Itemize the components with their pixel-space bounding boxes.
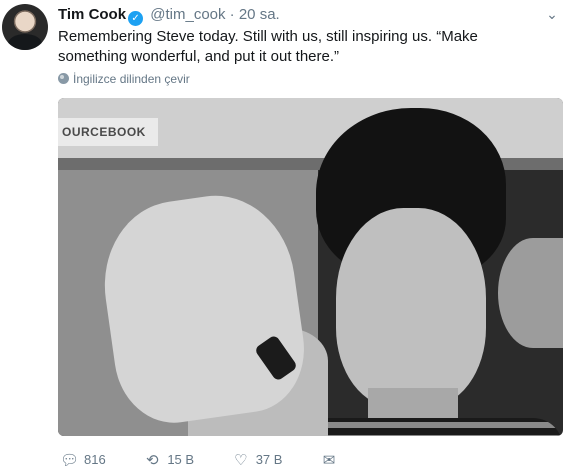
header-separator: ·: [229, 6, 235, 23]
heart-icon: ♡: [233, 452, 248, 469]
retweet-count: 15 B: [167, 452, 195, 467]
author-handle[interactable]: @tim_cook: [150, 6, 225, 23]
author-name[interactable]: Tim Cook: [58, 6, 126, 23]
direct-message-button[interactable]: ✉: [320, 451, 344, 469]
reply-icon: 💬︎: [60, 452, 80, 469]
retweet-button[interactable]: ⟲ 15 B: [143, 451, 194, 469]
tweet-timestamp[interactable]: 20 sa.: [239, 6, 280, 23]
tweet-header: Tim Cook ✓ @tim_cook · 20 sa.: [58, 6, 280, 26]
like-count: 37 B: [255, 452, 283, 467]
verified-badge-icon: ✓: [128, 11, 144, 26]
translate-link[interactable]: İngilizce dilinden çevir: [58, 72, 190, 86]
chevron-down-icon[interactable]: ⌄: [544, 6, 560, 22]
tweet-text: Remembering Steve today. Still with us, …: [58, 28, 478, 65]
reply-button[interactable]: 💬︎ 816: [60, 451, 106, 469]
book-label-text: OURCEBOOK: [62, 125, 146, 139]
reply-count: 816: [84, 452, 106, 467]
translate-label: İngilizce dilinden çevir: [73, 72, 190, 86]
like-button[interactable]: ♡ 37 B: [232, 451, 283, 469]
tweet-photo[interactable]: OURCEBOOK: [58, 98, 563, 436]
globe-icon: [58, 73, 69, 84]
face: [336, 208, 486, 408]
retweet-icon: ⟲: [146, 452, 159, 469]
envelope-icon: ✉: [322, 452, 336, 469]
tweet-actions: 💬︎ 816 ⟲ 15 B ♡ 37 B ✉: [60, 451, 378, 469]
record-sleeve: [498, 238, 563, 348]
author-avatar[interactable]: [2, 4, 48, 50]
